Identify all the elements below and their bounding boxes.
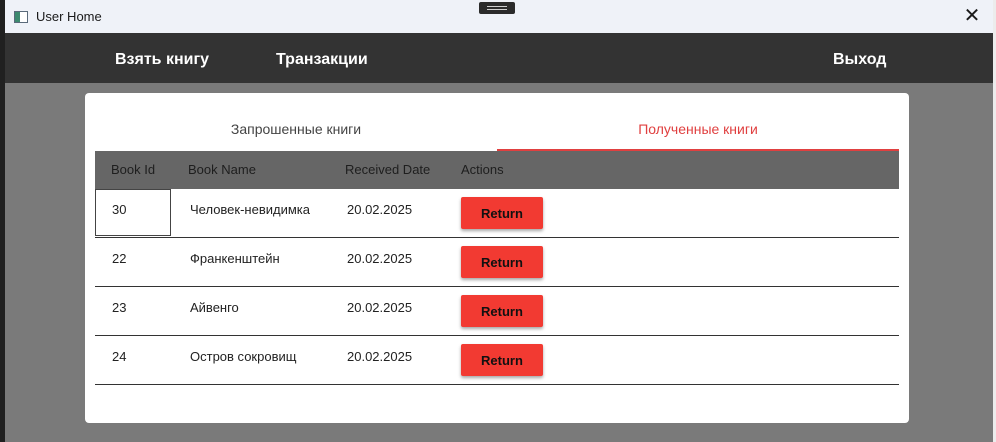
book-id-cell[interactable]: 22 — [112, 251, 126, 266]
book-name-cell[interactable]: Человек-невидимка — [190, 202, 310, 217]
table-row[interactable]: 24 Остров сокровищ 20.02.2025 Return — [95, 336, 899, 385]
received-date-cell[interactable]: 20.02.2025 — [347, 300, 412, 315]
return-button[interactable]: Return — [461, 197, 543, 229]
received-date-cell[interactable]: 20.02.2025 — [347, 251, 412, 266]
close-icon[interactable]: ✕ — [961, 5, 983, 27]
focused-cell[interactable] — [95, 189, 171, 236]
top-navbar: Взять книгу Транзакции Выход — [5, 33, 993, 83]
app-window-icon — [14, 10, 28, 23]
tab-bar: Запрошенные книги Полученные книги — [95, 107, 899, 151]
nav-borrow-book[interactable]: Взять книгу — [115, 33, 209, 83]
window-title: User Home — [36, 9, 102, 24]
received-books-table: Book Id Book Name Received Date Actions … — [95, 151, 899, 385]
received-date-cell[interactable]: 20.02.2025 — [347, 349, 412, 364]
nav-transactions[interactable]: Транзакции — [276, 33, 368, 83]
table-row[interactable]: 22 Франкенштейн 20.02.2025 Return — [95, 238, 899, 287]
book-name-cell[interactable]: Айвенго — [190, 300, 239, 315]
table-header: Book Id Book Name Received Date Actions — [95, 151, 899, 189]
column-header-received-date[interactable]: Received Date — [345, 151, 430, 189]
book-name-cell[interactable]: Франкенштейн — [190, 251, 280, 266]
return-button[interactable]: Return — [461, 295, 543, 327]
nav-exit[interactable]: Выход — [833, 33, 886, 83]
tab-received-books[interactable]: Полученные книги — [497, 107, 899, 151]
table-row[interactable]: 23 Айвенго 20.02.2025 Return — [95, 287, 899, 336]
return-button[interactable]: Return — [461, 246, 543, 278]
return-button[interactable]: Return — [461, 344, 543, 376]
title-bar[interactable]: User Home ✕ — [5, 0, 993, 33]
column-header-book-name[interactable]: Book Name — [188, 151, 256, 189]
table-row[interactable]: 30 Человек-невидимка 20.02.2025 Return — [95, 189, 899, 238]
received-date-cell[interactable]: 20.02.2025 — [347, 202, 412, 217]
snap-handle[interactable] — [479, 2, 515, 14]
book-id-cell[interactable]: 24 — [112, 349, 126, 364]
column-header-book-id[interactable]: Book Id — [111, 151, 155, 189]
column-header-actions[interactable]: Actions — [461, 151, 504, 189]
book-id-cell[interactable]: 23 — [112, 300, 126, 315]
book-name-cell[interactable]: Остров сокровищ — [190, 349, 296, 364]
books-dialog: Запрошенные книги Полученные книги Book … — [85, 93, 909, 423]
tab-requested-books[interactable]: Запрошенные книги — [95, 107, 497, 151]
app-window: User Home ✕ Взять книгу Транзакции Выход… — [5, 0, 993, 442]
book-id-cell[interactable]: 30 — [112, 202, 126, 217]
